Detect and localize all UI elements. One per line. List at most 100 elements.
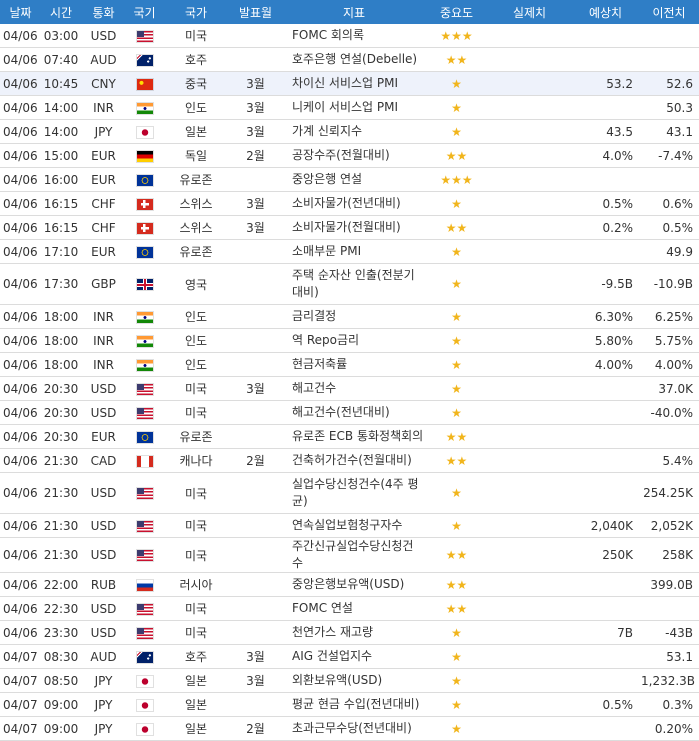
importance-cell: ★	[426, 352, 487, 377]
header-previous[interactable]: 이전치	[639, 0, 699, 24]
table-row[interactable]: 04/06 03:00 USD 미국 FOMC 회의록 ★★★	[0, 24, 699, 48]
table-row[interactable]: 04/06 18:00 INR 인도 역 Repo금리 ★ 5.80% 5.75%	[0, 328, 699, 353]
importance-cell: ★★	[426, 215, 487, 240]
indicator-cell: FOMC 회의록	[282, 24, 426, 48]
forecast-cell: 6.30%	[572, 304, 639, 329]
currency-cell: USD	[81, 472, 126, 514]
flag-cell	[126, 472, 163, 514]
table-row[interactable]: 04/06 07:40 AUD 호주 호주은행 연설(Debelle) ★★	[0, 47, 699, 72]
header-indicator[interactable]: 지표	[282, 0, 426, 24]
table-row[interactable]: 04/07 09:00 JPY 일본 평균 현금 수입(전년대비) ★ 0.5% 0.3%	[0, 692, 699, 717]
header-country[interactable]: 국가	[163, 0, 229, 24]
us-flag	[136, 30, 153, 42]
flag-cell	[126, 668, 163, 693]
header-date[interactable]: 날짜	[0, 0, 41, 24]
forecast-cell: 43.5	[572, 119, 639, 144]
importance-stars: ★★	[445, 52, 468, 67]
date-cell: 04/06	[0, 24, 41, 48]
table-row[interactable]: 04/06 18:00 INR 인도 금리결정 ★ 6.30% 6.25%	[0, 304, 699, 329]
actual-cell	[487, 620, 572, 645]
forecast-cell: 5.80%	[572, 328, 639, 353]
table-row[interactable]: 04/06 21:30 USD 미국 실업수당신청건수(4주 평균) ★ 254.25K	[0, 472, 699, 514]
au-flag	[136, 651, 153, 663]
table-row[interactable]: 04/07 08:30 AUD 호주 3월 AIG 건설업지수 ★ 53.1	[0, 644, 699, 669]
header-forecast[interactable]: 예상치	[572, 0, 639, 24]
table-row[interactable]: 04/06 17:30 GBP 영국 주택 순자산 인출(전분기대비) ★ -9.5B -10…	[0, 263, 699, 305]
country-cell: 스위스	[163, 215, 229, 240]
table-row[interactable]: 04/06 20:30 USD 미국 3월 해고건수 ★ 37.0K	[0, 376, 699, 401]
time-cell: 07:40	[41, 47, 81, 72]
currency-cell: JPY	[81, 668, 126, 693]
actual-cell	[487, 143, 572, 168]
table-row[interactable]: 04/06 21:30 USD 미국 연속실업보험청구자수 ★ 2,040K 2,052K	[0, 513, 699, 538]
release-month-cell: 3월	[229, 95, 282, 120]
header-flag[interactable]: 국기	[126, 0, 163, 24]
table-row[interactable]: 04/06 16:15 CHF 스위스 3월 소비자물가(전월대비) ★★ 0.2% 0.5%	[0, 215, 699, 240]
actual-cell	[487, 692, 572, 717]
actual-cell	[487, 47, 572, 72]
table-row[interactable]: 04/06 22:30 USD 미국 FOMC 연설 ★★	[0, 596, 699, 621]
table-row[interactable]: 04/06 14:00 JPY 일본 3월 가계 신뢰지수 ★ 43.5 43.1	[0, 119, 699, 144]
table-row[interactable]: 04/06 17:10 EUR 유로존 소매부문 PMI ★ 49.9	[0, 239, 699, 264]
release-month-cell	[229, 537, 282, 573]
forecast-cell	[572, 95, 639, 120]
table-row[interactable]: 04/06 20:30 USD 미국 해고건수(전년대비) ★ -40.0%	[0, 400, 699, 425]
header-release-month[interactable]: 발표월	[229, 0, 282, 24]
table-row[interactable]: 04/06 15:00 EUR 독일 2월 공장수주(전월대비) ★★ 4.0% -7.4%	[0, 143, 699, 168]
flag-cell	[126, 400, 163, 425]
previous-cell: 6.25%	[639, 304, 699, 329]
eu-flag	[136, 174, 153, 186]
release-month-cell	[229, 328, 282, 353]
previous-cell	[639, 167, 699, 192]
importance-stars: ★★	[445, 453, 468, 468]
importance-stars: ★	[451, 649, 462, 664]
table-row[interactable]: 04/06 10:45 CNY 중국 3월 차이신 서비스업 PMI ★ 53.2 52.6	[0, 71, 699, 96]
importance-stars: ★	[451, 518, 462, 533]
table-row[interactable]: 04/07 08:50 JPY 일본 3월 외환보유액(USD) ★ 1,232.3B	[0, 668, 699, 693]
header-time[interactable]: 시간	[41, 0, 81, 24]
importance-stars: ★	[451, 333, 462, 348]
header-importance[interactable]: 중요도	[426, 0, 487, 24]
actual-cell	[487, 376, 572, 401]
importance-stars: ★★	[445, 429, 468, 444]
flag-cell	[126, 692, 163, 717]
eu-flag	[136, 431, 153, 443]
actual-cell	[487, 328, 572, 353]
flag-cell	[126, 24, 163, 48]
country-cell: 일본	[163, 692, 229, 717]
table-row[interactable]: 04/06 16:15 CHF 스위스 3월 소비자물가(전년대비) ★ 0.5% 0.6%	[0, 191, 699, 216]
table-row[interactable]: 04/06 18:00 INR 인도 현금저축률 ★ 4.00% 4.00%	[0, 352, 699, 377]
flag-cell	[126, 352, 163, 377]
release-month-cell	[229, 572, 282, 597]
release-month-cell: 2월	[229, 448, 282, 473]
table-row[interactable]: 04/06 23:30 USD 미국 천연가스 재고량 ★ 7B -43B	[0, 620, 699, 645]
header-actual[interactable]: 실제치	[487, 0, 572, 24]
table-row[interactable]: 04/06 16:00 EUR 유로존 중앙은행 연설 ★★★	[0, 167, 699, 192]
header-currency[interactable]: 통화	[81, 0, 126, 24]
au-flag	[136, 54, 153, 66]
country-cell: 스위스	[163, 191, 229, 216]
previous-cell: -10.9B	[639, 263, 699, 305]
previous-cell: 53.1	[639, 644, 699, 669]
indicator-cell: 건축허가건수(전월대비)	[282, 448, 426, 473]
date-cell: 04/06	[0, 400, 41, 425]
table-row[interactable]: 04/06 20:30 EUR 유로존 유로존 ECB 통화정책회의 ★★	[0, 424, 699, 449]
country-cell: 인도	[163, 304, 229, 329]
date-cell: 04/06	[0, 167, 41, 192]
forecast-cell: 2,040K	[572, 513, 639, 538]
table-row[interactable]: 04/06 21:30 USD 미국 주간신규실업수당신청건수 ★★ 250K 258K	[0, 537, 699, 573]
release-month-cell	[229, 620, 282, 645]
indicator-cell: FOMC 연설	[282, 596, 426, 621]
us-flag	[136, 407, 153, 419]
table-row[interactable]: 04/06 14:00 INR 인도 3월 니케이 서비스업 PMI ★ 50.3	[0, 95, 699, 120]
importance-cell: ★	[426, 668, 487, 693]
actual-cell	[487, 668, 572, 693]
table-row[interactable]: 04/06 22:00 RUB 러시아 중앙은행보유액(USD) ★★ 399.0B	[0, 572, 699, 597]
importance-cell: ★	[426, 513, 487, 538]
previous-cell: -7.4%	[639, 143, 699, 168]
table-row[interactable]: 04/06 21:30 CAD 캐나다 2월 건축허가건수(전월대비) ★★ 5.4%	[0, 448, 699, 473]
time-cell: 20:30	[41, 400, 81, 425]
currency-cell: JPY	[81, 119, 126, 144]
release-month-cell	[229, 304, 282, 329]
time-cell: 03:00	[41, 24, 81, 48]
